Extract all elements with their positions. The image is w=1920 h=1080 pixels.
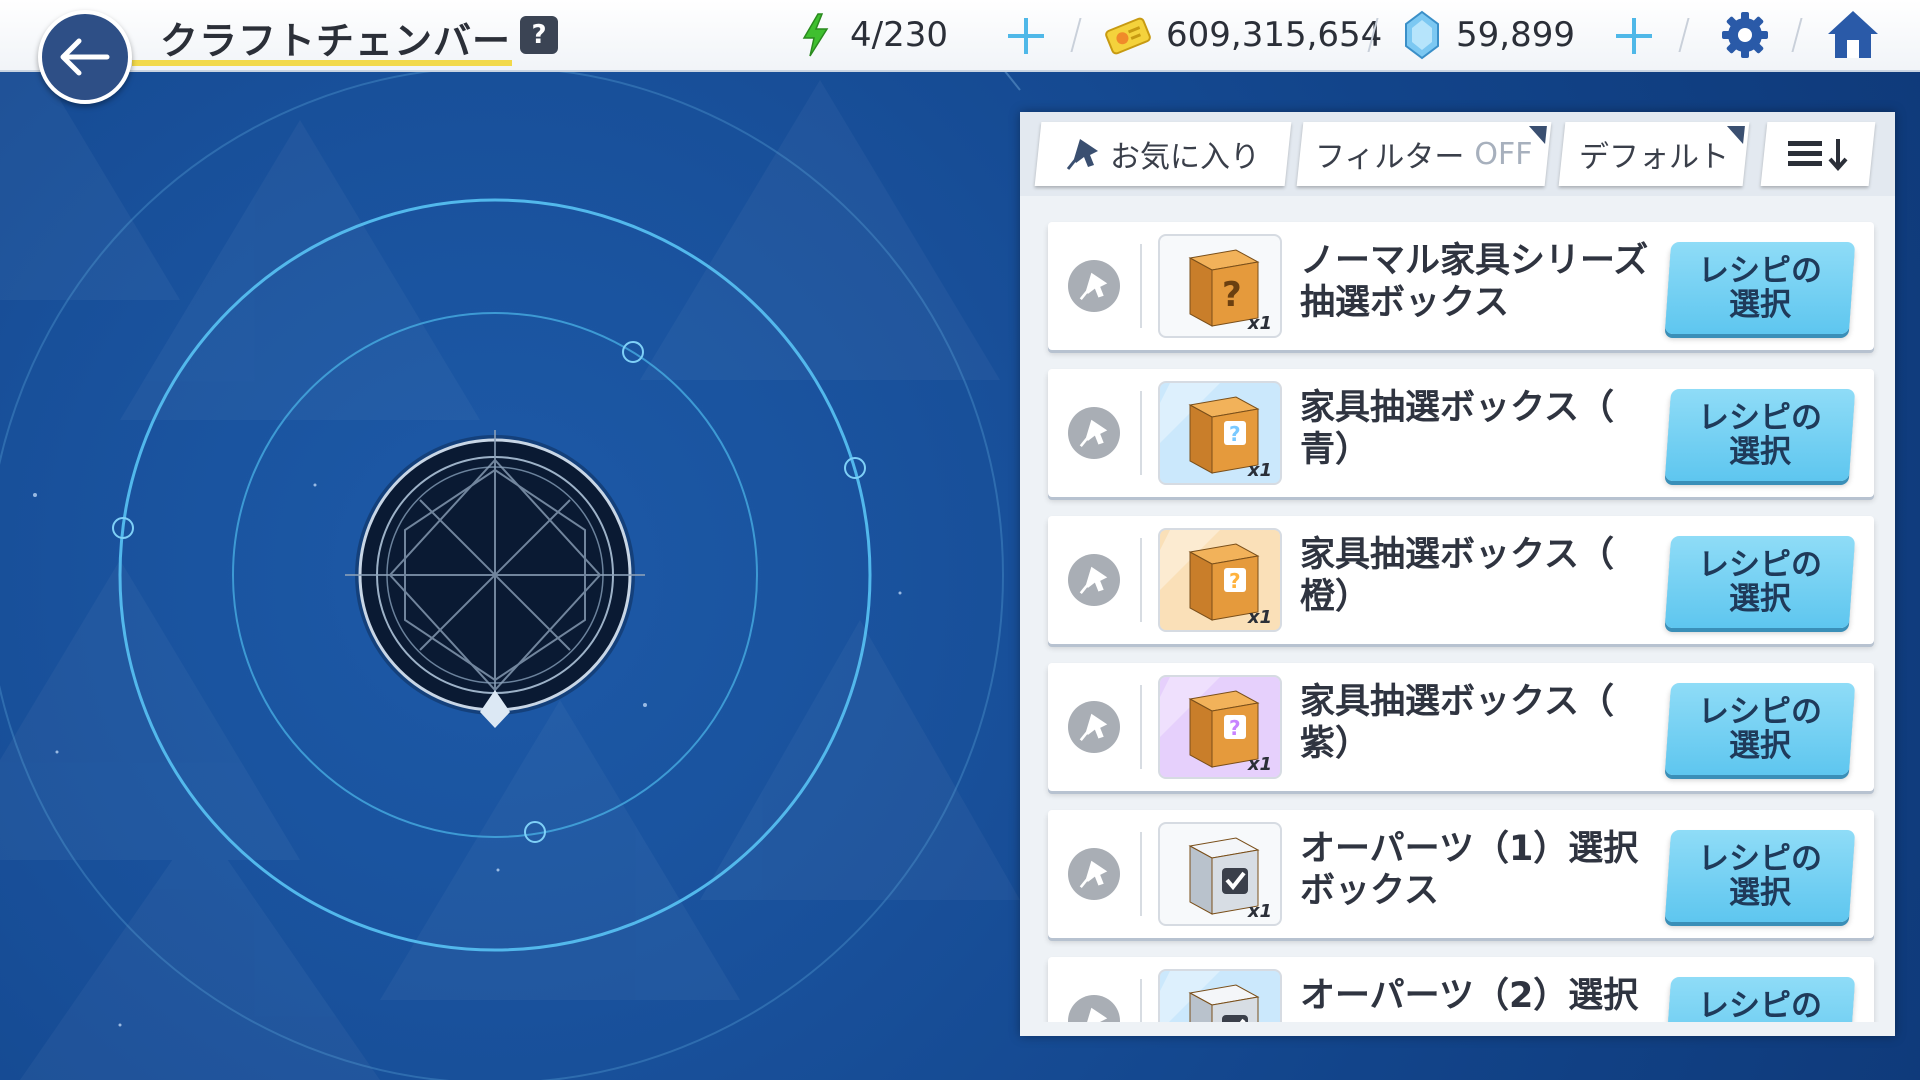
mana-value: 609,315,654 — [1166, 15, 1383, 55]
page-title: クラフトチェンバー — [160, 19, 512, 63]
divider — [1140, 538, 1142, 622]
select-recipe-label: レシピの 選択 — [1698, 400, 1822, 470]
item-quantity: x1 — [1247, 460, 1272, 481]
item-name: 家具抽選ボックス（ 青） — [1300, 388, 1614, 470]
pin-icon — [1079, 419, 1108, 448]
recipe-list-item[interactable]: ? x1 家具抽選ボックス（ 橙） レシピの 選択 — [1048, 516, 1874, 644]
select-recipe-label: レシピの 選択 — [1698, 694, 1822, 764]
sort-direction-button[interactable] — [1760, 122, 1876, 186]
jewel-value: 59,899 — [1456, 15, 1575, 55]
separator — [1070, 18, 1082, 52]
stamina-value: 4/230 — [850, 15, 948, 55]
divider — [1140, 244, 1142, 328]
select-recipe-label: レシピの 選択 — [1698, 988, 1822, 1022]
favorites-button[interactable]: お気に入り — [1034, 122, 1292, 186]
select-recipe-button[interactable]: レシピの 選択 — [1664, 830, 1856, 922]
recipe-list-item[interactable]: ? x1 家具抽選ボックス（ 紫） レシピの 選択 — [1048, 663, 1874, 791]
dropdown-corner-icon — [1725, 126, 1745, 144]
dropdown-corner-icon — [1527, 126, 1547, 144]
item-name: 家具抽選ボックス（ 紫） — [1300, 682, 1614, 764]
favorite-toggle-button[interactable] — [1068, 260, 1120, 312]
item-name: オーパーツ（2）選択 — [1300, 976, 1639, 1016]
lightning-icon — [802, 13, 829, 57]
pin-icon — [1066, 139, 1098, 170]
sort-order-button[interactable]: デフォルト — [1558, 122, 1750, 186]
back-button[interactable] — [38, 10, 132, 104]
crystal-icon — [1405, 10, 1439, 60]
select-recipe-label: レシピの 選択 — [1698, 841, 1822, 911]
svg-text:?: ? — [1229, 569, 1241, 593]
item-thumbnail: x1 — [1158, 822, 1282, 926]
filter-label: フィルター — [1315, 140, 1465, 175]
gear-icon[interactable] — [1720, 10, 1770, 60]
item-thumbnail: ? x1 — [1158, 675, 1282, 779]
arrow-left-icon — [60, 38, 110, 76]
item-name: オーパーツ（1）選択 ボックス — [1300, 829, 1639, 911]
pin-icon — [1079, 272, 1108, 301]
favorite-toggle-button[interactable] — [1068, 554, 1120, 606]
add-stamina-plus-icon[interactable] — [1004, 14, 1048, 58]
filter-state: OFF — [1474, 136, 1533, 172]
select-recipe-button[interactable]: レシピの 選択 — [1664, 683, 1856, 775]
select-recipe-label: レシピの 選択 — [1698, 547, 1822, 617]
sort-label: デフォルト — [1579, 140, 1729, 175]
recipe-list[interactable]: ? x1 ノーマル家具シリーズ 抽選ボックス レシピの 選択? x1 家具抽選ボックス（ … — [1038, 212, 1883, 1022]
divider — [1140, 979, 1142, 1022]
recipe-list-item[interactable]: ? x1 家具抽選ボックス（ 青） レシピの 選択 — [1048, 369, 1874, 497]
recipe-panel: お気に入り フィルター OFF デフォルト ? x1 ノーマル家具シリーズ 抽選… — [1020, 112, 1895, 1036]
pin-icon — [1079, 566, 1108, 595]
help-icon[interactable]: ? — [520, 16, 558, 54]
svg-text:?: ? — [1229, 422, 1241, 446]
home-icon[interactable] — [1825, 8, 1881, 62]
pin-icon — [1079, 713, 1108, 742]
item-quantity: x1 — [1247, 607, 1272, 628]
favorite-toggle-button[interactable] — [1068, 848, 1120, 900]
top-bar: クラフトチェンバー ? 4/230 609,315,654 59,899 — [0, 0, 1920, 72]
add-jewel-plus-icon[interactable] — [1612, 14, 1656, 58]
item-name: ノーマル家具シリーズ 抽選ボックス — [1300, 241, 1649, 323]
recipe-list-item[interactable]: x1 オーパーツ（1）選択 ボックス レシピの 選択 — [1048, 810, 1874, 938]
item-thumbnail: ? x1 — [1158, 528, 1282, 632]
pin-icon — [1087, 1007, 1108, 1022]
filter-button[interactable]: フィルター OFF — [1296, 122, 1552, 186]
select-recipe-button[interactable]: レシピの 選択 — [1664, 977, 1856, 1022]
select-recipe-button[interactable]: レシピの 選択 — [1664, 389, 1856, 481]
favorite-toggle-button[interactable] — [1068, 407, 1120, 459]
recipe-list-item[interactable]: ? x1 ノーマル家具シリーズ 抽選ボックス レシピの 選択 — [1048, 222, 1874, 350]
item-thumbnail: x1 — [1158, 969, 1282, 1022]
favorite-toggle-button[interactable] — [1068, 701, 1120, 753]
pin-icon — [1079, 860, 1108, 889]
favorites-label: お気に入り — [1110, 140, 1260, 175]
item-quantity: x1 — [1247, 313, 1272, 334]
recipe-list-item[interactable]: x1 オーパーツ（2）選択 レシピの 選択 — [1048, 957, 1874, 1022]
select-recipe-label: レシピの 選択 — [1698, 253, 1822, 323]
separator — [1678, 18, 1690, 52]
divider — [1140, 685, 1142, 769]
panel-header: お気に入り フィルター OFF デフォルト — [1020, 112, 1895, 196]
item-quantity: x1 — [1247, 754, 1272, 775]
sort-list-icon — [1788, 139, 1848, 171]
select-recipe-button[interactable]: レシピの 選択 — [1664, 242, 1856, 334]
svg-text:?: ? — [1229, 716, 1241, 740]
item-quantity: x1 — [1247, 901, 1272, 922]
coin-ticket-icon — [1105, 17, 1151, 55]
item-name: 家具抽選ボックス（ 橙） — [1300, 535, 1614, 617]
svg-text:?: ? — [1222, 275, 1242, 315]
item-thumbnail: ? x1 — [1158, 381, 1282, 485]
select-recipe-button[interactable]: レシピの 選択 — [1664, 536, 1856, 628]
item-thumbnail: ? x1 — [1158, 234, 1282, 338]
box-image — [1160, 971, 1280, 1022]
divider — [1140, 832, 1142, 916]
separator — [1791, 18, 1803, 52]
favorite-toggle-button[interactable] — [1068, 995, 1120, 1022]
divider — [1140, 391, 1142, 475]
